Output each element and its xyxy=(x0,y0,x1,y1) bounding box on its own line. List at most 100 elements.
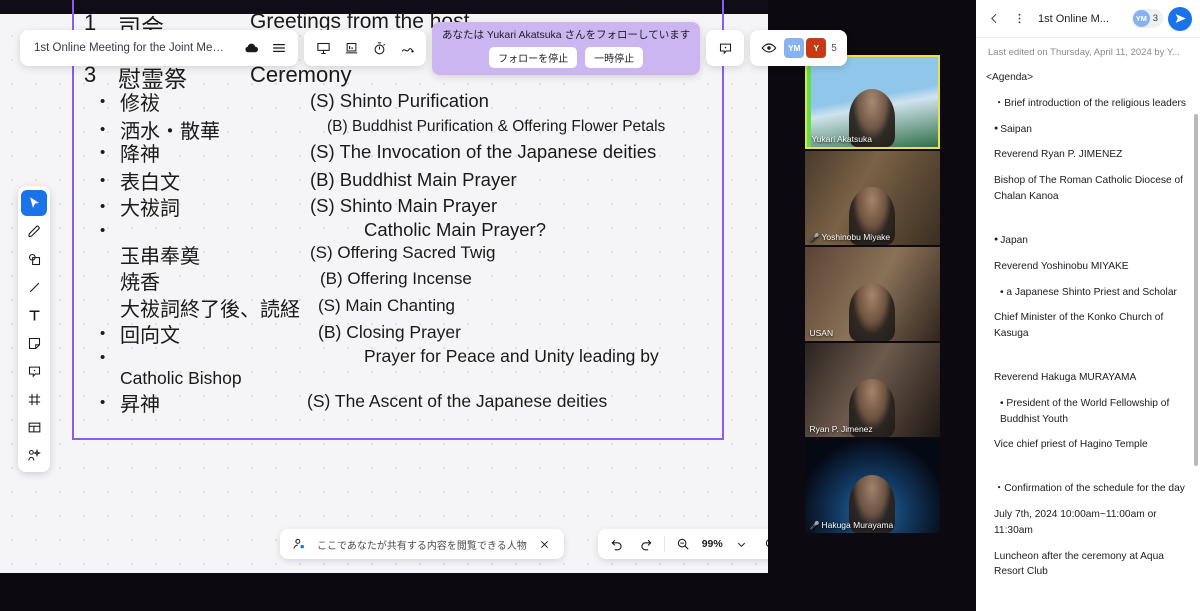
participant-name: Yukari Akatsuka xyxy=(809,133,875,145)
board-bottom-toolbar[interactable]: ここであなたが共有する内容を閲覧できる人物 99% xyxy=(280,529,768,559)
sticky-note-tool[interactable] xyxy=(21,330,47,356)
zoom-controls[interactable]: 99% 1 xyxy=(597,529,768,559)
document-body[interactable]: <Agenda> Brief introduction of the religi… xyxy=(976,66,1200,610)
avatar[interactable]: YM xyxy=(784,38,805,58)
select-tool[interactable] xyxy=(21,190,47,216)
text-tool[interactable] xyxy=(21,302,47,328)
participant-tile[interactable]: USAN xyxy=(804,247,940,341)
slide-line-jp: 降神 xyxy=(120,144,160,166)
document-paragraph: Luncheon after the ceremony at Aqua Reso… xyxy=(994,550,1164,578)
slide-line-jp: 大祓詞 xyxy=(120,198,180,220)
chevron-down-icon[interactable] xyxy=(731,533,753,555)
follow-notification[interactable]: あなたは Yukari Akatsuka さんをフォローしています フォローを停… xyxy=(432,21,701,75)
document-paragraph: Japan xyxy=(986,233,1186,249)
slide-line-jp: 昇神 xyxy=(120,394,160,416)
follow-notification-text: あなたは Yukari Akatsuka さんをフォローしています xyxy=(442,28,691,41)
document-title[interactable]: 1st Online M... xyxy=(1038,13,1127,25)
vote-icon[interactable] xyxy=(338,35,364,61)
share-icon[interactable] xyxy=(1168,6,1192,31)
document-spacer xyxy=(986,215,1186,233)
close-icon[interactable] xyxy=(534,533,556,555)
avatar[interactable]: Y xyxy=(806,38,827,58)
slide-bullet: • xyxy=(100,325,106,342)
miro-board-canvas[interactable]: 1 司会 Greetings from the host 3 慰霊祭 Cerem… xyxy=(0,0,768,573)
participant-tile[interactable]: 🎤 Hakuga Murayama xyxy=(804,439,940,533)
apps-tool[interactable] xyxy=(21,442,47,468)
zoom-in-icon[interactable] xyxy=(760,533,768,555)
document-paragraph: Reverend Ryan P. JIMENEZ xyxy=(994,149,1123,161)
timer-icon[interactable] xyxy=(366,35,392,61)
slide-bullet: • xyxy=(100,222,106,239)
stop-follow-button[interactable]: フォローを停止 xyxy=(489,46,578,68)
document-scrollbar[interactable] xyxy=(1194,114,1198,466)
collaborator-count: 5 xyxy=(831,42,837,54)
more-vertical-icon[interactable] xyxy=(1009,9,1029,29)
template-tool[interactable] xyxy=(21,414,47,440)
board-title[interactable]: 1st Online Meeting for the Joint Memoria… xyxy=(26,42,236,54)
zoom-out-icon[interactable] xyxy=(672,533,694,555)
zoom-level-label[interactable]: 99% xyxy=(701,538,724,550)
document-paragraph: Confirmation of the schedule for the day xyxy=(986,481,1186,497)
reaction-icon[interactable] xyxy=(394,35,420,61)
participant-name-text: Yoshinobu Miyake xyxy=(821,232,891,242)
document-blocks: <Agenda> Brief introduction of the religi… xyxy=(986,70,1186,580)
comment-tool[interactable] xyxy=(21,358,47,384)
present-icon[interactable] xyxy=(310,35,336,61)
comment-group[interactable] xyxy=(706,30,745,66)
meeting-tools-group[interactable] xyxy=(304,30,426,66)
collaborators-group[interactable]: YM Y 5 xyxy=(750,30,847,66)
document-paragraph: President of the World Fellowship of Bud… xyxy=(986,396,1186,428)
participant-tile[interactable]: Yukari Akatsuka xyxy=(804,55,940,149)
document-paragraph: <Agenda> xyxy=(986,72,1034,83)
avatar[interactable]: YM xyxy=(1132,10,1150,27)
menu-icon[interactable] xyxy=(266,35,292,61)
slide-bullet: • xyxy=(100,198,106,215)
document-panel[interactable]: 1st Online M... YM 3 Last edited on Thur… xyxy=(976,0,1200,611)
redo-icon[interactable] xyxy=(635,533,657,555)
slide-bullet: • xyxy=(100,394,106,411)
board-top-toolbar[interactable]: 1st Online Meeting for the Joint Memoria… xyxy=(20,21,847,75)
slide-bullet: • xyxy=(100,93,106,110)
board-title-group[interactable]: 1st Online Meeting for the Joint Memoria… xyxy=(20,30,298,66)
slide-line-en: Prayer for Peace and Unity leading by xyxy=(364,346,659,366)
slide-line-en: (S) The Ascent of the Japanese deities xyxy=(307,391,608,411)
slide-line-en: (S) Offering Sacred Twig xyxy=(310,243,496,262)
share-notice[interactable]: ここであなたが共有する内容を閲覧できる人物 xyxy=(280,529,564,559)
slide-bullet: • xyxy=(100,172,106,189)
cloud-save-icon[interactable] xyxy=(238,35,264,61)
participant-name-text: USAN xyxy=(809,328,834,338)
document-paragraph: Bishop of The Roman Catholic Diocese of … xyxy=(994,175,1183,203)
participant-tile[interactable]: Ryan P. Jimenez xyxy=(804,343,940,437)
slide-line-en: (B) Closing Prayer xyxy=(318,322,461,342)
collaborator-avatars[interactable]: YM Y xyxy=(784,38,827,58)
back-chevron-icon[interactable] xyxy=(984,9,1004,29)
participant-name: 🎤 Hakuga Murayama xyxy=(807,519,897,531)
video-participants-panel[interactable]: Yukari Akatsuka 🎤 Yoshinobu Miyake USAN Ryan… xyxy=(768,0,976,611)
pen-tool[interactable] xyxy=(21,218,47,244)
line-tool[interactable] xyxy=(21,274,47,300)
participant-name: 🎤 Yoshinobu Miyake xyxy=(807,231,894,243)
document-header: 1st Online M... YM 3 xyxy=(976,0,1200,38)
slide-bullet: • xyxy=(100,121,106,138)
slide-line-jp: 焼香 xyxy=(120,272,160,294)
undo-icon[interactable] xyxy=(606,533,628,555)
attention-icon[interactable] xyxy=(756,35,782,61)
slide-line-en: (B) Buddhist Main Prayer xyxy=(310,169,517,190)
meeting-screen: 1 司会 Greetings from the host 3 慰霊祭 Cerem… xyxy=(0,0,1200,611)
pause-follow-button[interactable]: 一時停止 xyxy=(585,46,644,68)
slide-line-en: (B) Buddhist Purification & Offering Flo… xyxy=(327,118,666,135)
document-paragraph: Reverend Hakuga MURAYAMA xyxy=(994,371,1137,383)
slide-line-en: (B) Offering Incense xyxy=(320,269,472,288)
document-spacer xyxy=(986,352,1186,370)
slide-line-en: (S) Shinto Main Prayer xyxy=(310,195,498,216)
participant-tile[interactable]: 🎤 Yoshinobu Miyake xyxy=(804,151,940,245)
document-collaborators[interactable]: YM 3 xyxy=(1131,9,1163,28)
board-lower-background xyxy=(0,573,768,611)
document-paragraph: a Japanese Shinto Priest and Scholar xyxy=(986,285,1186,301)
participant-name: Ryan P. Jimenez xyxy=(807,423,876,435)
board-tools-toolbar[interactable] xyxy=(18,186,50,472)
shapes-tool[interactable] xyxy=(21,246,47,272)
comment-icon[interactable] xyxy=(712,35,738,61)
frame-tool[interactable] xyxy=(21,386,47,412)
slide-line-jp: 玉串奉奠 xyxy=(120,246,200,268)
